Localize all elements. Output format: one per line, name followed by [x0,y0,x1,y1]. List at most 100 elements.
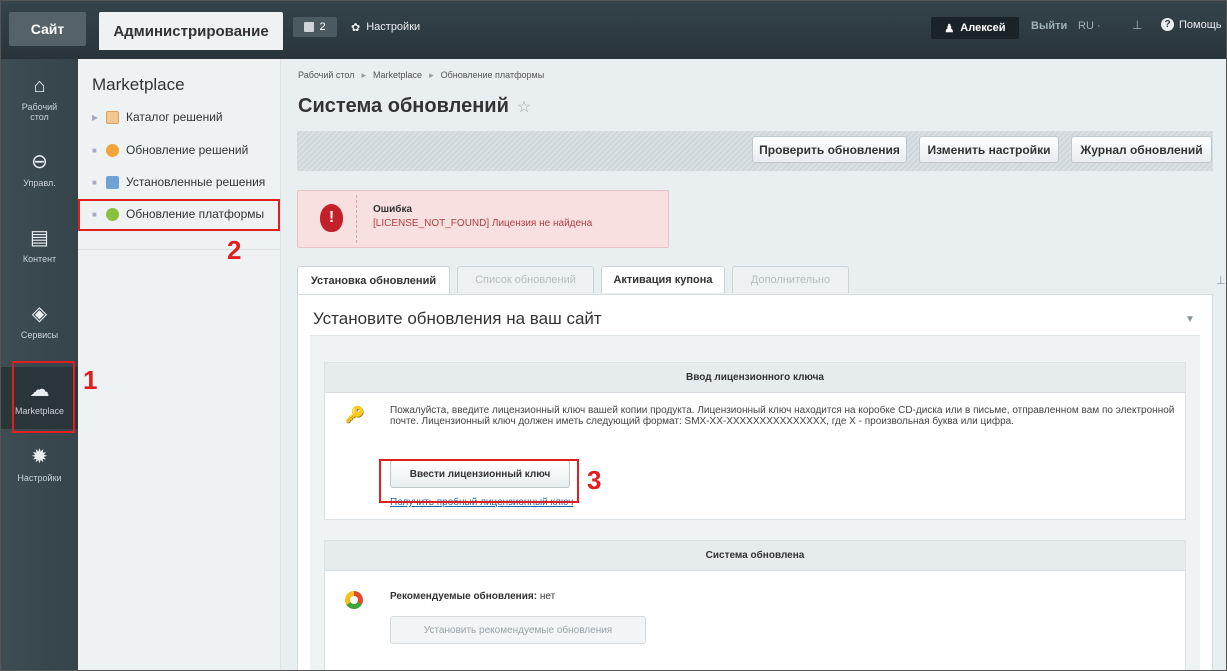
recommended-label: Рекомендуемые обновления: [390,591,538,602]
user-icon: ♟ [944,22,955,35]
tab-update-list[interactable]: Список обновлений [457,266,594,293]
panel-body: Ввод лицензионного ключа 🔑 Пожалуйста, в… [310,335,1200,670]
cloud-download-icon: ☁ [29,379,50,401]
admin-tab[interactable]: Администрирование [99,12,283,50]
sidebar-item-settings[interactable]: ✹ Настройки [1,444,78,489]
sidebar-item-marketplace[interactable]: ☁ Marketplace [1,367,78,429]
sidebar-item-label: Рабочий стол [21,102,58,122]
sidebar-item-manage[interactable]: ⊖ Управл. [1,149,78,189]
system-updated-box: Система обновлена Рекомендуемые обновлен… [324,540,1186,670]
tab-bar: Установка обновлений Список обновлений А… [297,266,1226,295]
bullet-icon: ■ [92,209,97,219]
update-solutions-icon [106,143,119,157]
key-icon: 🔑 [345,407,365,424]
sidebar-item-label: Управл. [23,178,56,188]
site-tab[interactable]: Сайт [9,12,86,46]
settings-label: Настройки [366,21,421,33]
check-updates-button[interactable]: Проверить обновления [752,136,907,163]
license-instructions: Пожалуйста, введите лицензионный ключ ва… [390,405,1175,427]
menu-divider [78,249,281,250]
sidebar-item-label: Контент [22,254,57,264]
annotation-number: 1 [83,365,98,395]
document-icon: ▤ [30,227,49,249]
pin-icon[interactable]: ⊥ [1216,274,1226,287]
recommended-updates-icon [345,591,363,609]
icon-sidebar: ⌂ Рабочий стол ⊖ Управл. ▤ Контент ◈ Сер… [1,59,78,670]
user-name: Алексей [960,22,1006,34]
sidebar-item-label: Сервисы [20,330,59,340]
updated-box-header: Система обновлена [325,541,1185,571]
breadcrumb-link[interactable]: Рабочий стол [298,70,355,80]
catalog-icon [106,110,119,124]
breadcrumb-separator-icon: ▸ [361,70,367,80]
page-title: Система обновлений ☆ [298,95,531,118]
tab-advanced[interactable]: Дополнительно [732,266,849,293]
collapse-chevron-icon[interactable]: ▼ [1185,314,1195,325]
layers-icon: ◈ [31,303,48,325]
error-text: [LICENSE_NOT_FOUND] Лицензия не найдена [373,218,593,229]
change-settings-button[interactable]: Изменить настройки [919,136,1059,163]
language-selector[interactable]: RU · [1078,20,1101,32]
menu-title: Marketplace [92,75,185,94]
recommended-value: нет [539,591,556,602]
sidebar-item-content[interactable]: ▤ Контент [1,225,78,265]
help-button[interactable]: ? Помощь [1161,18,1222,31]
breadcrumb-separator-icon: ▸ [429,70,434,80]
license-box-header: Ввод лицензионного ключа [325,363,1185,393]
star-icon[interactable]: ☆ [517,99,531,116]
notifications-count: 2 [319,21,326,33]
enter-license-key-button[interactable]: Ввести лицензионный ключ [390,460,570,488]
menu-item-catalog[interactable]: ▶ Каталог решений [92,108,223,126]
error-title: Ошибка [373,204,413,215]
platform-update-icon [106,207,119,221]
panel-heading: Установите обновления на ваш сайт [313,309,602,328]
recommended-updates-status: Рекомендуемые обновления: нет [390,591,555,602]
bullet-icon: ■ [92,145,97,155]
tab-coupon-activation[interactable]: Активация купона [601,266,725,293]
settings-button[interactable]: ✿ Настройки [351,17,420,37]
gear-icon: ✿ [351,21,361,34]
app-window: Сайт Администрирование 2 ✿ Настройки ♟ А… [0,0,1227,671]
page-title-text: Система обновлений [298,95,509,117]
trial-key-link[interactable]: Получить пробный лицензионный ключ [390,497,573,508]
error-icon: ! [320,204,343,232]
home-icon: ⌂ [33,75,46,97]
error-message: ! Ошибка [LICENSE_NOT_FOUND] Лицензия не… [297,190,669,248]
breadcrumb-current: Обновление платформы [440,70,545,80]
top-bar: Сайт Администрирование 2 ✿ Настройки ♟ А… [1,1,1226,59]
sidebar-item-services[interactable]: ◈ Сервисы [1,301,78,343]
sidebar-item-label: Marketplace [14,406,65,416]
notifications-icon [304,22,315,32]
logout-link[interactable]: Выйти [1031,20,1067,32]
install-updates-panel: Установите обновления на ваш сайт ▼ Ввод… [297,294,1213,670]
menu-item-solutions-update[interactable]: ■ Обновление решений [92,141,248,159]
breadcrumb-link[interactable]: Marketplace [373,70,422,80]
menu-item-label: Обновление решений [126,143,249,157]
menu-item-installed-solutions[interactable]: ■ Установленные решения [92,173,265,191]
main-content: Рабочий стол ▸ Marketplace ▸ Обновление плат… [282,59,1226,670]
error-divider [356,195,357,243]
sidebar-item-label: Настройки [17,473,62,483]
help-icon: ? [1161,18,1174,31]
menu-item-label: Обновление платформы [126,207,265,221]
sidebar-item-desktop[interactable]: ⌂ Рабочий стол [1,73,78,128]
section-menu: Marketplace ▶ Каталог решений ■ Обновлен… [78,59,281,670]
gear-icon: ✹ [31,446,48,468]
expand-arrow-icon[interactable]: ▶ [92,113,99,121]
tab-install-updates[interactable]: Установка обновлений [297,266,450,295]
user-menu[interactable]: ♟ Алексей [931,17,1019,39]
bullet-icon: ■ [92,177,97,187]
toolbar: Проверить обновления Изменить настройки … [297,131,1213,171]
installed-solutions-icon [106,175,119,189]
update-log-button[interactable]: Журнал обновлений [1071,136,1212,163]
install-recommended-button[interactable]: Установить рекомендуемые обновления [390,616,646,644]
annotation-number: 3 [587,465,602,495]
annotation-number: 2 [227,235,242,265]
notifications-button[interactable]: 2 [293,17,337,37]
pin-icon[interactable]: ⊥ [1132,18,1142,32]
help-label: Помощь [1179,18,1222,31]
license-key-box: Ввод лицензионного ключа 🔑 Пожалуйста, в… [324,362,1186,520]
menu-item-platform-update[interactable]: ■ Обновление платформы [92,205,264,223]
breadcrumb: Рабочий стол ▸ Marketplace ▸ Обновление плат… [298,70,544,81]
menu-item-label: Каталог решений [126,110,223,124]
